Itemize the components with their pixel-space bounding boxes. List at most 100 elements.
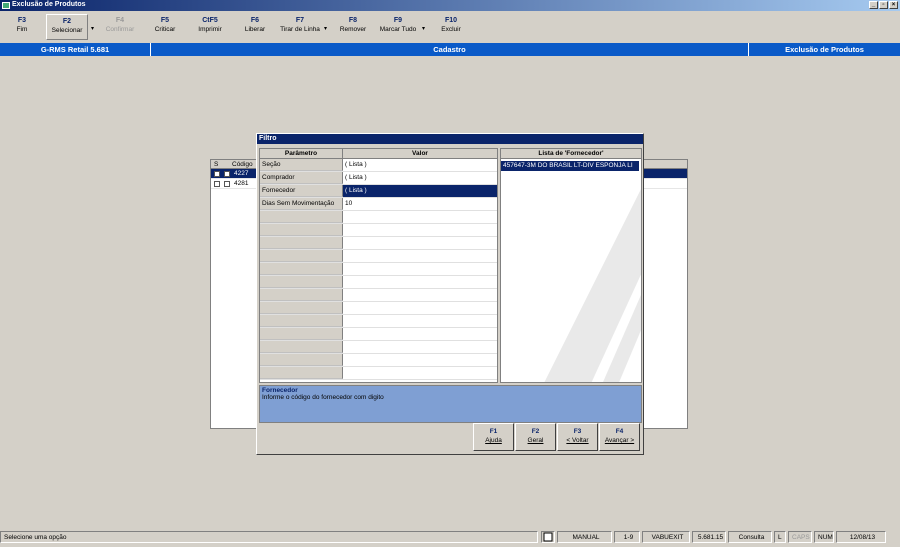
section-title: Cadastro xyxy=(151,43,749,56)
value-header: Valor xyxy=(412,150,428,157)
app-icon xyxy=(2,2,10,9)
status-bar: Selecione uma opção MANUAL 1-9 VABUEXIT … xyxy=(0,530,900,545)
voltar-button[interactable]: F3 < Voltar xyxy=(557,423,598,451)
voltar-label: < Voltar xyxy=(566,437,589,444)
liberar-key: F6 xyxy=(250,17,260,24)
geral-label: Geral xyxy=(527,437,544,444)
logo-watermark-icon xyxy=(544,189,641,382)
title-bar: Exclusão de Produtos _ ▫ × xyxy=(0,0,900,11)
criticar-button[interactable]: F5 Criticar xyxy=(144,14,186,40)
tirar-de-linha-dropdown-icon[interactable]: ▾ xyxy=(324,25,327,32)
remover-label: Remover xyxy=(339,26,367,33)
param-row-dias[interactable]: Dias Sem Movimentação 10 xyxy=(260,198,497,211)
selecionar-key: F2 xyxy=(62,18,72,25)
fornecedor-list[interactable]: Lista de 'Fornecedor' 457647-3M DO BRASI… xyxy=(500,148,642,383)
tirar-de-linha-key: F7 xyxy=(295,17,305,24)
selecionar-label: Selecionar xyxy=(51,27,83,34)
marcar-tudo-dropdown-icon[interactable]: ▾ xyxy=(422,25,425,32)
avancar-key: F4 xyxy=(615,428,624,435)
excluir-label: Excluir xyxy=(441,26,461,33)
app-version: G-RMS Retail 5.681 xyxy=(0,43,151,56)
minimize-button[interactable]: _ xyxy=(869,1,878,9)
row-checkbox[interactable] xyxy=(214,180,220,187)
param-value[interactable]: ( Lista ) xyxy=(343,172,497,184)
close-button[interactable]: × xyxy=(889,1,898,9)
selecionar-dropdown-icon[interactable]: ▾ xyxy=(91,25,94,32)
geral-button[interactable]: F2 Geral xyxy=(515,423,556,451)
criticar-key: F5 xyxy=(160,17,170,24)
row-checkbox[interactable] xyxy=(214,170,220,177)
confirmar-label: Confirmar xyxy=(105,26,135,33)
help-box: Fornecedor Informe o código do fornecedo… xyxy=(259,385,642,423)
parameter-grid: Parâmetro Valor Seção ( Lista ) Comprado… xyxy=(259,148,498,383)
info-bar: G-RMS Retail 5.681 Cadastro Exclusão de … xyxy=(0,43,900,56)
window-title: Exclusão de Produtos xyxy=(12,1,86,8)
param-row-secao[interactable]: Seção ( Lista ) xyxy=(260,159,497,172)
status-date: 12/08/13 xyxy=(836,531,886,543)
status-l: L xyxy=(774,531,786,543)
grid-header-s: S xyxy=(214,161,219,168)
confirmar-button[interactable]: F4 Confirmar xyxy=(99,14,141,40)
voltar-key: F3 xyxy=(573,428,582,435)
status-caps: CAPS xyxy=(788,531,812,543)
excluir-key: F10 xyxy=(444,17,458,24)
param-name: Comprador xyxy=(260,172,343,184)
grid-header-codigo: Código xyxy=(232,161,253,168)
remover-button[interactable]: F8 Remover xyxy=(332,14,374,40)
fim-button[interactable]: F3 Fim xyxy=(1,14,43,40)
param-row-fornecedor[interactable]: Fornecedor ( Lista ) xyxy=(260,185,497,198)
selecionar-button[interactable]: F2 Selecionar xyxy=(46,14,88,40)
criticar-label: Criticar xyxy=(154,26,176,33)
screen-title: Exclusão de Produtos xyxy=(785,45,864,54)
dialog-title: Filtro xyxy=(257,134,643,144)
param-name: Dias Sem Movimentação xyxy=(260,198,343,210)
param-row-comprador[interactable]: Comprador ( Lista ) xyxy=(260,172,497,185)
list-item[interactable]: 457647-3M DO BRASIL LT-DIV ESPONJA LI xyxy=(501,161,639,171)
imprimir-button[interactable]: CtF5 Imprimir xyxy=(189,14,231,40)
liberar-label: Liberar xyxy=(244,26,266,33)
excluir-button[interactable]: F10 Excluir xyxy=(430,14,472,40)
imprimir-label: Imprimir xyxy=(198,26,222,33)
status-range: 1-9 xyxy=(614,531,640,543)
row-code: 4281 xyxy=(234,180,249,187)
restore-button[interactable]: ▫ xyxy=(879,1,888,9)
help-title: Fornecedor xyxy=(262,387,298,394)
param-value[interactable]: ( Lista ) xyxy=(343,185,497,197)
param-header: Parâmetro xyxy=(260,149,343,158)
status-version: 5.681.15 xyxy=(692,531,726,543)
ajuda-label: Ajuda xyxy=(485,437,502,444)
tirar-de-linha-label: Tirar de Linha xyxy=(280,26,320,33)
status-mode: MANUAL xyxy=(557,531,612,543)
fim-label: Fim xyxy=(16,26,28,33)
param-value[interactable]: 10 xyxy=(343,198,497,210)
tirar-de-linha-button[interactable]: F7 Tirar de Linha xyxy=(279,14,321,40)
list-header: Lista de 'Fornecedor' xyxy=(501,149,641,159)
row-expand-icon[interactable] xyxy=(224,180,230,187)
status-action: Consulta xyxy=(728,531,772,543)
status-num: NUM xyxy=(814,531,834,543)
remover-key: F8 xyxy=(348,17,358,24)
filter-dialog: Filtro Parâmetro Valor Seção ( Lista ) C… xyxy=(256,133,644,455)
param-value[interactable]: ( Lista ) xyxy=(343,159,497,171)
ajuda-key: F1 xyxy=(489,428,498,435)
status-program: VABUEXIT xyxy=(642,531,690,543)
param-name: Fornecedor xyxy=(260,185,343,197)
fim-key: F3 xyxy=(17,17,27,24)
avancar-label: Avançar > xyxy=(604,437,635,444)
row-code: 4227 xyxy=(234,170,249,177)
status-message: Selecione uma opção xyxy=(0,531,538,543)
marcar-tudo-key: F9 xyxy=(393,17,403,24)
ajuda-button[interactable]: F1 Ajuda xyxy=(473,423,514,451)
avancar-button[interactable]: F4 Avançar > xyxy=(599,423,640,451)
help-text: Informe o código do fornecedor com digit… xyxy=(262,394,384,401)
liberar-button[interactable]: F6 Liberar xyxy=(234,14,276,40)
param-name: Seção xyxy=(260,159,343,171)
marcar-tudo-label: Marcar Tudo xyxy=(379,26,417,33)
marcar-tudo-button[interactable]: F9 Marcar Tudo xyxy=(377,14,419,40)
toolbar: F3 Fim F2 Selecionar ▾ F4 Confirmar F5 C… xyxy=(0,11,900,42)
row-expand-icon[interactable] xyxy=(224,170,230,177)
document-icon xyxy=(541,531,555,543)
geral-key: F2 xyxy=(531,428,540,435)
confirmar-key: F4 xyxy=(115,17,125,24)
imprimir-key: CtF5 xyxy=(202,17,218,24)
